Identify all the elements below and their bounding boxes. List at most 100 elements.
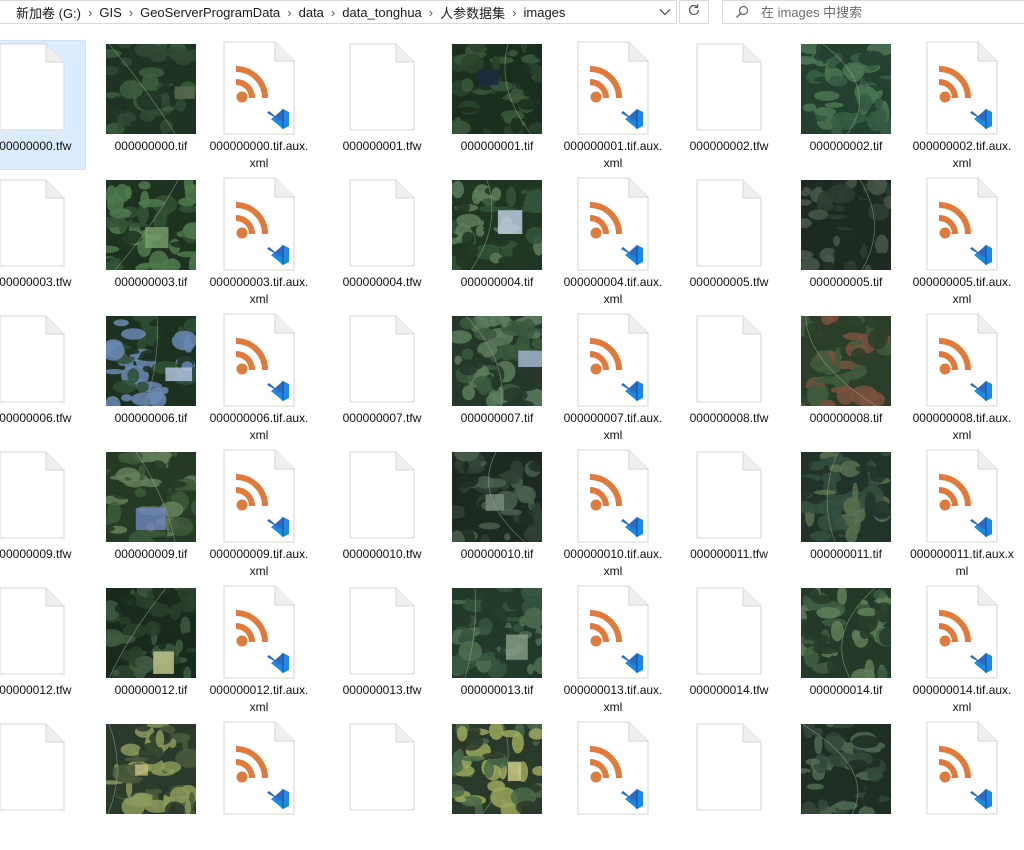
tif-file-item[interactable]: 000000013.tif: [443, 581, 551, 714]
tif-file-item[interactable]: 000000010.tif: [441, 442, 551, 578]
file-name-label: 000000006.tif: [114, 411, 188, 425]
tfw-file-item[interactable]: 000000008.tfw: [675, 312, 783, 442]
aux-xml-file-item[interactable]: 000000013.tif.aux.xml: [559, 584, 667, 714]
refresh-button[interactable]: [679, 0, 709, 24]
aux-xml-file-item[interactable]: 000000002.tif.aux.xml: [908, 40, 1016, 170]
tif-file-item[interactable]: 000000007.tif: [443, 306, 553, 442]
file-name-label: 000000013.tif: [460, 683, 534, 697]
tfw-file-item[interactable]: 000000005.tfw: [675, 176, 783, 306]
breadcrumb-item[interactable]: 新加卷 (G:): [0, 3, 85, 22]
tif-file-item[interactable]: 000000001.tif: [443, 36, 552, 170]
blank-file-icon: [696, 451, 762, 539]
tif-file-item[interactable]: 000000011.tif: [792, 443, 900, 578]
tif-file-item[interactable]: 000000000.tif: [95, 40, 205, 170]
image-thumbnail: [441, 442, 549, 552]
tif-file-item[interactable]: 000000006.tif: [97, 311, 206, 442]
blank-file-icon: [0, 315, 65, 403]
file-name-label: 000000010.tif: [460, 547, 534, 561]
file-name-label: 000000004.tif: [460, 275, 534, 289]
breadcrumb-separator-icon[interactable]: ›: [509, 5, 519, 20]
file-name-label: 000000001.tfw: [342, 139, 422, 153]
rss-xml-file-icon: [223, 41, 295, 135]
breadcrumb-item[interactable]: 人参数据集: [436, 3, 509, 22]
breadcrumb-item[interactable]: GeoServerProgramData: [136, 5, 284, 20]
blank-file-icon: [349, 43, 415, 131]
aux-xml-file-item[interactable]: 000000005.tif.aux.xml: [908, 176, 1016, 306]
file-name-label: 000000005.tif.aux.xml: [912, 275, 1012, 306]
file-name-label: 000000012.tfw: [0, 683, 72, 697]
image-thumbnail: [97, 717, 208, 823]
tfw-file-item[interactable]: [328, 720, 436, 850]
aux-xml-file-item[interactable]: [205, 720, 313, 850]
tif-file-item[interactable]: 000000008.tif: [787, 307, 900, 442]
tfw-file-item[interactable]: 000000004.tfw: [328, 176, 436, 306]
chevron-down-icon[interactable]: [654, 1, 676, 23]
tfw-file-item[interactable]: 000000007.tfw: [328, 312, 436, 442]
tfw-file-item[interactable]: 000000013.tfw: [328, 584, 436, 714]
breadcrumb-item[interactable]: images: [520, 5, 570, 20]
aux-xml-file-item[interactable]: 000000004.tif.aux.xml: [559, 176, 667, 306]
file-name-label: 000000014.tif.aux.xml: [912, 683, 1012, 714]
tif-file-item[interactable]: [792, 715, 902, 850]
tfw-file-item[interactable]: 000000001.tfw: [328, 40, 436, 170]
aux-xml-file-item[interactable]: 000000007.tif.aux.xml: [559, 312, 667, 442]
image-thumbnail: [95, 40, 205, 138]
aux-xml-file-item[interactable]: 000000014.tif.aux.xml: [908, 584, 1016, 714]
breadcrumb-item[interactable]: GIS: [95, 5, 125, 20]
breadcrumb-separator-icon[interactable]: ›: [126, 5, 136, 20]
rss-xml-file-icon: [926, 177, 998, 271]
image-thumbnail: [791, 584, 901, 685]
tif-file-item[interactable]: [440, 718, 553, 850]
blank-file-icon: [696, 587, 762, 675]
tif-file-item[interactable]: 000000002.tif: [791, 35, 902, 170]
tif-file-item[interactable]: 000000004.tif: [439, 176, 551, 306]
tif-file-item[interactable]: 000000005.tif: [789, 173, 900, 306]
aux-xml-file-item[interactable]: [559, 720, 667, 850]
tif-file-item[interactable]: 000000012.tif: [93, 582, 205, 714]
tif-file-item[interactable]: 000000014.tif: [791, 584, 901, 714]
aux-xml-file-item[interactable]: 000000011.tif.aux.xml: [908, 448, 1016, 578]
file-name-label: 000000011.tfw: [690, 547, 768, 561]
tfw-file-item[interactable]: 000000000.tfw: [0, 40, 86, 170]
search-box[interactable]: [722, 0, 1024, 24]
file-name-label: 000000009.tif: [114, 547, 188, 561]
tfw-file-item[interactable]: 000000012.tfw: [0, 584, 86, 714]
aux-xml-file-item[interactable]: 000000003.tif.aux.xml: [205, 176, 313, 306]
file-name-label: 000000004.tfw: [342, 275, 422, 289]
aux-xml-file-item[interactable]: 000000001.tif.aux.xml: [559, 40, 667, 170]
search-input[interactable]: [761, 4, 1001, 20]
aux-xml-file-item[interactable]: [908, 720, 1016, 850]
tfw-file-item[interactable]: 000000009.tfw: [0, 448, 86, 578]
tfw-file-item[interactable]: 000000002.tfw: [675, 40, 783, 170]
aux-xml-file-item[interactable]: 000000010.tif.aux.xml: [559, 448, 667, 578]
breadcrumb-separator-icon[interactable]: ›: [284, 5, 294, 20]
file-name-label: 000000013.tif.aux.xml: [563, 683, 663, 714]
tfw-file-item[interactable]: [0, 720, 86, 850]
aux-xml-file-item[interactable]: 000000006.tif.aux.xml: [205, 312, 313, 442]
tif-file-item[interactable]: 000000003.tif: [94, 175, 208, 306]
tfw-file-item[interactable]: 000000011.tfw: [675, 448, 783, 578]
blank-file-icon: [349, 315, 415, 403]
tfw-file-item[interactable]: 000000003.tfw: [0, 176, 86, 306]
breadcrumb-separator-icon[interactable]: ›: [328, 5, 338, 20]
tfw-file-item[interactable]: [675, 720, 783, 850]
tfw-file-item[interactable]: 000000010.tfw: [328, 448, 436, 578]
tfw-file-item[interactable]: 000000006.tfw: [0, 312, 86, 442]
breadcrumb-separator-icon[interactable]: ›: [85, 5, 95, 20]
breadcrumb-separator-icon[interactable]: ›: [426, 5, 436, 20]
rss-xml-file-icon: [926, 41, 998, 135]
rss-xml-file-icon: [926, 721, 998, 815]
blank-file-icon: [349, 587, 415, 675]
address-bar[interactable]: 新加卷 (G:) › GIS › GeoServerProgramData › data › d…: [0, 0, 677, 24]
aux-xml-file-item[interactable]: 000000009.tif.aux.xml: [205, 448, 313, 578]
file-name-label: 000000012.tif.aux.xml: [209, 683, 309, 714]
aux-xml-file-item[interactable]: 000000012.tif.aux.xml: [205, 584, 313, 714]
breadcrumb-item[interactable]: data_tonghua: [338, 5, 426, 20]
tif-file-item[interactable]: [97, 717, 208, 850]
tif-file-item[interactable]: 000000009.tif: [94, 445, 205, 578]
breadcrumb-item[interactable]: data: [295, 5, 328, 20]
tfw-file-item[interactable]: 000000014.tfw: [675, 584, 783, 714]
image-thumbnail: [789, 173, 900, 277]
aux-xml-file-item[interactable]: 000000008.tif.aux.xml: [908, 312, 1016, 442]
aux-xml-file-item[interactable]: 000000000.tif.aux.xml: [205, 40, 313, 170]
